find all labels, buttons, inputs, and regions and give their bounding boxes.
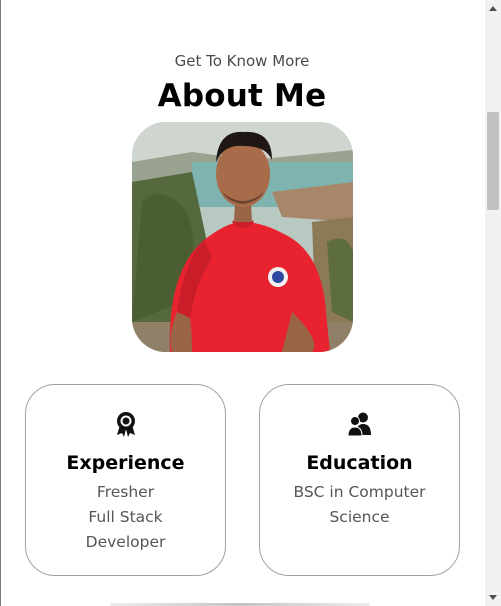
experience-line: Full Stack	[88, 508, 163, 526]
scroll-down-arrow-icon[interactable]	[485, 589, 501, 606]
education-line: Science	[329, 508, 390, 526]
user-group-icon	[346, 411, 373, 441]
vertical-scrollbar[interactable]	[485, 0, 501, 606]
award-ribbon-icon	[115, 411, 137, 441]
scrollbar-thumb[interactable]	[487, 112, 499, 210]
section-title: About Me	[157, 78, 327, 114]
experience-line: Fresher	[96, 483, 155, 501]
scroll-up-arrow-icon[interactable]	[485, 0, 501, 17]
experience-details: Fresher Full Stack Developer	[26, 480, 225, 555]
profile-photo	[132, 122, 353, 352]
education-details: BSC in Computer Science	[260, 480, 459, 530]
experience-title: Experience	[66, 452, 185, 474]
experience-line: Developer	[85, 533, 166, 551]
education-line: BSC in Computer	[293, 483, 426, 501]
experience-card: Experience Fresher Full Stack Developer	[25, 384, 226, 576]
section-subtitle: Get To Know More	[174, 52, 310, 70]
education-card: Education BSC in Computer Science	[259, 384, 460, 576]
education-title: Education	[306, 452, 413, 474]
